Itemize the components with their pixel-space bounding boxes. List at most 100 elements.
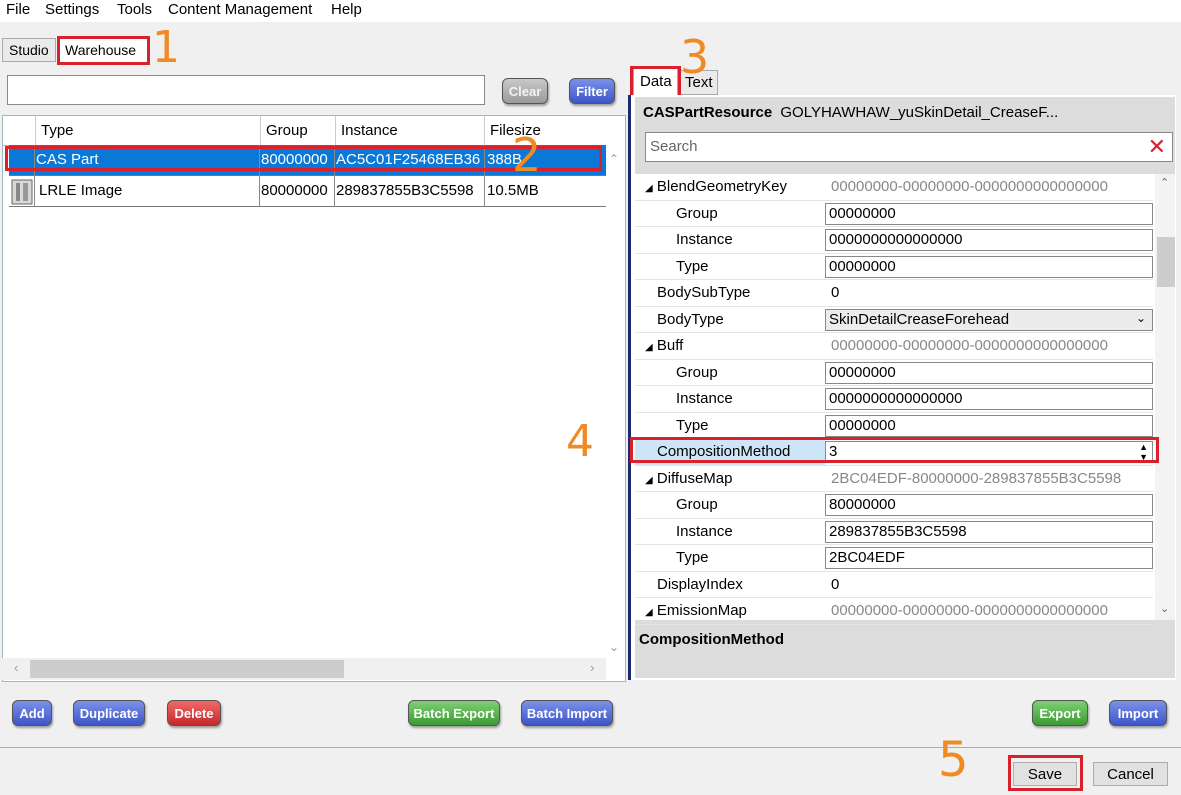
prop-value: 00000000-00000000-0000000000000000 xyxy=(831,337,1108,354)
row-divider xyxy=(334,176,335,207)
prop-value-field[interactable]: 0000000000000000 xyxy=(825,388,1153,410)
cancel-button[interactable]: Cancel xyxy=(1093,762,1168,786)
prop-row-bodytype[interactable]: BodyType SkinDetailCreaseForehead ⌄ xyxy=(635,307,1153,333)
prop-value-field[interactable]: 289837855B3C5598 xyxy=(825,520,1153,543)
col-group[interactable]: Group xyxy=(266,122,308,139)
prop-name: CompositionMethod xyxy=(657,443,791,460)
clear-search-icon[interactable]: ✕ xyxy=(1148,134,1166,160)
expand-triangle-icon[interactable]: ◢ xyxy=(645,475,653,486)
prop-row-group[interactable]: Group 80000000 xyxy=(635,492,1153,519)
prop-name: BodySubType xyxy=(657,284,751,301)
property-panel-inner: CASPartResource GOLYHAWHAW_yuSkinDetail_… xyxy=(635,97,1175,678)
prop-value-field[interactable]: 2BC04EDF xyxy=(825,547,1153,569)
duplicate-button[interactable]: Duplicate xyxy=(73,700,145,726)
prop-row-bodysubtype[interactable]: BodySubType 0 xyxy=(635,280,1153,307)
col-type[interactable]: Type xyxy=(41,122,74,139)
expand-triangle-icon[interactable]: ◢ xyxy=(645,607,653,618)
cell-instance: AC5C01F25468EB36 xyxy=(336,151,481,168)
add-button[interactable]: Add xyxy=(12,700,52,726)
composition-method-stepper[interactable]: 3 ▲ ▼ xyxy=(825,441,1153,463)
scroll-up-icon[interactable]: ⌃ xyxy=(1160,176,1169,189)
cell-instance: 289837855B3C5598 xyxy=(336,182,474,199)
col-instance[interactable]: Instance xyxy=(341,122,398,139)
property-scrollbar[interactable]: ⌃ ⌄ xyxy=(1155,174,1175,620)
prop-value-field[interactable]: 80000000 xyxy=(825,494,1153,516)
property-grid: ◢ BlendGeometryKey 00000000-00000000-000… xyxy=(635,174,1175,625)
bodytype-dropdown[interactable]: SkinDetailCreaseForehead ⌄ xyxy=(825,308,1153,331)
annotation-3: 3 xyxy=(680,30,710,84)
col-divider xyxy=(35,116,36,146)
prop-name: BodyType xyxy=(657,310,724,328)
image-thumbnail-icon xyxy=(11,179,33,209)
prop-row-group[interactable]: Group 00000000 xyxy=(635,201,1153,227)
delete-button[interactable]: Delete xyxy=(167,700,221,726)
prop-value-field[interactable]: 00000000 xyxy=(825,255,1153,278)
prop-value-field[interactable]: 00000000 xyxy=(825,361,1153,384)
row-divider xyxy=(484,176,485,207)
scroll-down-icon[interactable]: ⌄ xyxy=(1160,602,1169,615)
prop-row-instance[interactable]: Instance 0000000000000000 xyxy=(635,386,1153,413)
col-divider xyxy=(260,116,261,146)
menu-tools[interactable]: Tools xyxy=(117,1,152,18)
menu-file[interactable]: File xyxy=(6,1,30,18)
clear-button[interactable]: Clear xyxy=(502,78,548,104)
resource-search-input[interactable] xyxy=(7,75,485,105)
prop-row-group[interactable]: Group 00000000 xyxy=(635,360,1153,386)
menu-content-management[interactable]: Content Management xyxy=(168,1,312,18)
prop-name: Group xyxy=(676,363,718,381)
prop-value-field[interactable]: 00000000 xyxy=(825,202,1153,225)
prop-row-type[interactable]: Type 2BC04EDF xyxy=(635,545,1153,572)
prop-row-type[interactable]: Type 00000000 xyxy=(635,413,1153,439)
property-panel: CASPartResource GOLYHAWHAW_yuSkinDetail_… xyxy=(628,95,1176,680)
dialog-footer: Save Cancel xyxy=(0,747,1181,795)
prop-row-instance[interactable]: Instance 289837855B3C5598 xyxy=(635,519,1153,545)
batch-export-button[interactable]: Batch Export xyxy=(408,700,500,726)
prop-row-diffusemap[interactable]: ◢ DiffuseMap 2BC04EDF-80000000-289837855… xyxy=(635,466,1153,492)
prop-row-type[interactable]: Type 00000000 xyxy=(635,254,1153,280)
scroll-thumb[interactable] xyxy=(1157,237,1175,287)
prop-row-blendgeometrykey[interactable]: ◢ BlendGeometryKey 00000000-00000000-000… xyxy=(635,174,1153,201)
cell-type: LRLE Image xyxy=(39,182,123,199)
prop-row-displayindex[interactable]: DisplayIndex 0 xyxy=(635,572,1153,598)
horizontal-scrollbar[interactable]: ‹ › xyxy=(2,658,606,680)
scroll-up-icon[interactable]: ⌃ xyxy=(609,152,619,166)
row-divider xyxy=(334,145,335,176)
row-divider xyxy=(259,145,260,176)
property-search-field[interactable]: Search ✕ xyxy=(645,132,1173,162)
menu-settings[interactable]: Settings xyxy=(45,1,99,18)
prop-value-field[interactable]: 0000000000000000 xyxy=(825,229,1153,251)
prop-name: Type xyxy=(676,416,709,434)
prop-row-buff[interactable]: ◢ Buff 00000000-00000000-000000000000000… xyxy=(635,333,1153,360)
scroll-left-icon[interactable]: ‹ xyxy=(14,660,18,675)
prop-name: DisplayIndex xyxy=(657,575,743,593)
prop-row-emissionmap[interactable]: ◢ EmissionMap 00000000-00000000-00000000… xyxy=(635,598,1153,625)
save-button[interactable]: Save xyxy=(1013,762,1077,786)
expand-triangle-icon[interactable]: ◢ xyxy=(645,342,653,353)
prop-row-instance[interactable]: Instance 0000000000000000 xyxy=(635,227,1153,254)
menu-help[interactable]: Help xyxy=(331,1,362,18)
tab-studio[interactable]: Studio xyxy=(2,38,56,62)
tab-data[interactable]: Data xyxy=(633,68,678,95)
prop-value: 2BC04EDF-80000000-289837855B3C5598 xyxy=(831,469,1122,487)
filter-button[interactable]: Filter xyxy=(569,78,615,104)
prop-value-field[interactable]: 00000000 xyxy=(825,414,1153,437)
scroll-right-icon[interactable]: › xyxy=(590,660,594,675)
prop-value[interactable]: 0 xyxy=(825,572,1153,598)
cell-type: CAS Part xyxy=(36,151,99,168)
stepper-arrows-icon[interactable]: ▲ ▼ xyxy=(1139,442,1148,462)
tab-warehouse[interactable]: Warehouse xyxy=(58,38,148,62)
batch-import-button[interactable]: Batch Import xyxy=(521,700,613,726)
prop-row-compositionmethod[interactable]: CompositionMethod 3 ▲ ▼ xyxy=(635,439,1153,466)
row-divider xyxy=(34,145,35,176)
annotation-5: 5 xyxy=(938,732,969,788)
prop-value[interactable]: 0 xyxy=(825,280,1153,306)
annotation-1: 1 xyxy=(152,22,180,73)
prop-name: Group xyxy=(676,204,718,222)
import-button[interactable]: Import xyxy=(1109,700,1167,726)
expand-triangle-icon[interactable]: ◢ xyxy=(645,183,653,194)
scroll-down-icon[interactable]: ⌄ xyxy=(609,640,619,654)
scroll-thumb[interactable] xyxy=(30,660,344,678)
prop-value: 00000000-00000000-0000000000000000 xyxy=(831,178,1108,195)
export-button[interactable]: Export xyxy=(1032,700,1088,726)
chevron-down-icon: ⌄ xyxy=(1135,310,1146,325)
